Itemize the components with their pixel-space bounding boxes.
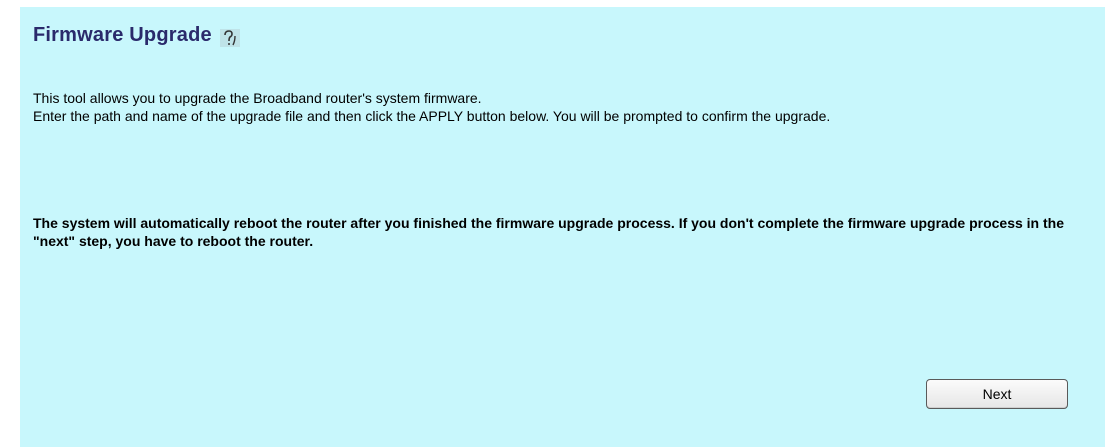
help-question-icon[interactable] bbox=[218, 25, 242, 49]
description-line-2: Enter the path and name of the upgrade f… bbox=[33, 108, 831, 124]
description: This tool allows you to upgrade the Broa… bbox=[33, 89, 1083, 125]
page-title: Firmware Upgrade bbox=[33, 23, 212, 46]
description-line-1: This tool allows you to upgrade the Broa… bbox=[33, 90, 482, 106]
next-button[interactable]: Next bbox=[926, 379, 1068, 409]
reboot-warning: The system will automatically reboot the… bbox=[33, 215, 1064, 249]
title-row: Firmware Upgrade bbox=[33, 21, 242, 49]
content-panel: Firmware Upgrade This tool allows you to… bbox=[20, 7, 1105, 447]
